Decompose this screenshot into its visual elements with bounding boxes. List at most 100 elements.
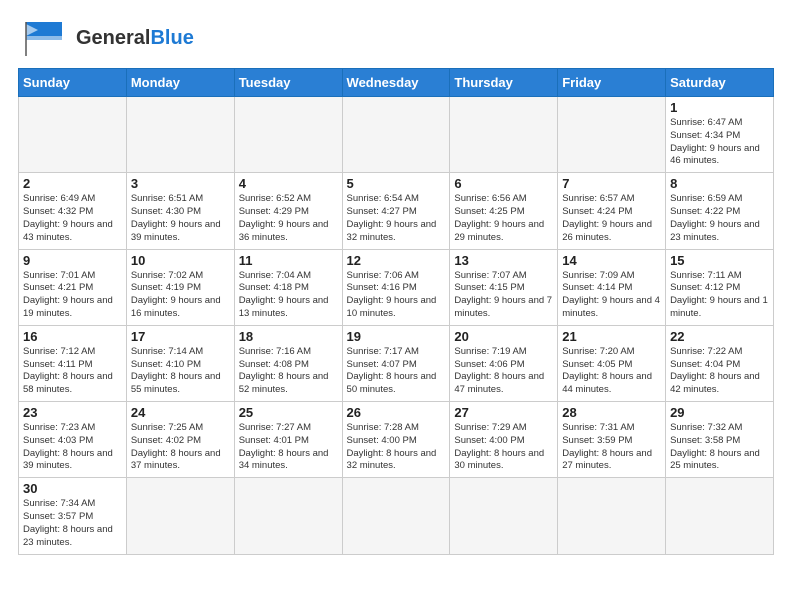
calendar-cell: 1 Sunrise: 6:47 AM Sunset: 4:34 PM Daylig…: [666, 97, 774, 173]
day-info: Sunrise: 7:06 AM Sunset: 4:16 PM Dayligh…: [347, 270, 446, 321]
day-number: 1: [670, 100, 769, 115]
calendar-week-2: 9 Sunrise: 7:01 AM Sunset: 4:21 PM Daylig…: [19, 249, 774, 325]
day-number: 29: [670, 405, 769, 420]
day-number: 27: [454, 405, 553, 420]
day-number: 30: [23, 481, 122, 496]
calendar-week-5: 30 Sunrise: 7:34 AM Sunset: 3:57 PM Dayli…: [19, 478, 774, 554]
col-header-monday: Monday: [126, 69, 234, 97]
day-number: 9: [23, 253, 122, 268]
calendar-cell: 25 Sunrise: 7:27 AM Sunset: 4:01 PM Dayli…: [234, 402, 342, 478]
day-info: Sunrise: 6:47 AM Sunset: 4:34 PM Dayligh…: [670, 117, 769, 168]
calendar-cell: 7 Sunrise: 6:57 AM Sunset: 4:24 PM Daylig…: [558, 173, 666, 249]
day-info: Sunrise: 7:09 AM Sunset: 4:14 PM Dayligh…: [562, 270, 661, 321]
day-number: 6: [454, 176, 553, 191]
day-info: Sunrise: 7:01 AM Sunset: 4:21 PM Dayligh…: [23, 270, 122, 321]
calendar-week-1: 2Sunrise: 6:49 AM Sunset: 4:32 PM Daylig…: [19, 173, 774, 249]
day-info: Sunrise: 6:54 AM Sunset: 4:27 PM Dayligh…: [347, 193, 446, 244]
logo-text: GeneralBlue: [76, 27, 194, 49]
calendar-cell: 27 Sunrise: 7:29 AM Sunset: 4:00 PM Dayli…: [450, 402, 558, 478]
col-header-friday: Friday: [558, 69, 666, 97]
day-number: 16: [23, 329, 122, 344]
col-header-wednesday: Wednesday: [342, 69, 450, 97]
day-number: 7: [562, 176, 661, 191]
logo-icon: [18, 18, 70, 58]
calendar-cell: 21Sunrise: 7:20 AM Sunset: 4:05 PM Dayli…: [558, 325, 666, 401]
day-info: Sunrise: 7:34 AM Sunset: 3:57 PM Dayligh…: [23, 498, 122, 549]
calendar-cell: 3 Sunrise: 6:51 AM Sunset: 4:30 PM Daylig…: [126, 173, 234, 249]
day-number: 28: [562, 405, 661, 420]
calendar-week-3: 16Sunrise: 7:12 AM Sunset: 4:11 PM Dayli…: [19, 325, 774, 401]
col-header-sunday: Sunday: [19, 69, 127, 97]
calendar-cell: 29 Sunrise: 7:32 AM Sunset: 3:58 PM Dayli…: [666, 402, 774, 478]
day-info: Sunrise: 6:51 AM Sunset: 4:30 PM Dayligh…: [131, 193, 230, 244]
calendar-cell: 6 Sunrise: 6:56 AM Sunset: 4:25 PM Daylig…: [450, 173, 558, 249]
day-info: Sunrise: 7:27 AM Sunset: 4:01 PM Dayligh…: [239, 422, 338, 473]
day-number: 3: [131, 176, 230, 191]
calendar-cell: 4 Sunrise: 6:52 AM Sunset: 4:29 PM Daylig…: [234, 173, 342, 249]
day-info: Sunrise: 7:17 AM Sunset: 4:07 PM Dayligh…: [347, 346, 446, 397]
calendar-cell: 28Sunrise: 7:31 AM Sunset: 3:59 PM Dayli…: [558, 402, 666, 478]
calendar-cell: 19 Sunrise: 7:17 AM Sunset: 4:07 PM Dayli…: [342, 325, 450, 401]
day-number: 18: [239, 329, 338, 344]
day-info: Sunrise: 7:02 AM Sunset: 4:19 PM Dayligh…: [131, 270, 230, 321]
day-info: Sunrise: 7:25 AM Sunset: 4:02 PM Dayligh…: [131, 422, 230, 473]
calendar-cell: 5 Sunrise: 6:54 AM Sunset: 4:27 PM Daylig…: [342, 173, 450, 249]
day-number: 5: [347, 176, 446, 191]
calendar-cell: 15 Sunrise: 7:11 AM Sunset: 4:12 PM Dayli…: [666, 249, 774, 325]
calendar-cell: 22 Sunrise: 7:22 AM Sunset: 4:04 PM Dayli…: [666, 325, 774, 401]
calendar-week-4: 23Sunrise: 7:23 AM Sunset: 4:03 PM Dayli…: [19, 402, 774, 478]
calendar-cell: [126, 97, 234, 173]
calendar-cell: 20Sunrise: 7:19 AM Sunset: 4:06 PM Dayli…: [450, 325, 558, 401]
calendar-cell: [234, 478, 342, 554]
day-number: 25: [239, 405, 338, 420]
calendar-cell: 9 Sunrise: 7:01 AM Sunset: 4:21 PM Daylig…: [19, 249, 127, 325]
day-info: Sunrise: 6:49 AM Sunset: 4:32 PM Dayligh…: [23, 193, 122, 244]
day-info: Sunrise: 6:52 AM Sunset: 4:29 PM Dayligh…: [239, 193, 338, 244]
day-number: 8: [670, 176, 769, 191]
day-number: 24: [131, 405, 230, 420]
day-info: Sunrise: 7:07 AM Sunset: 4:15 PM Dayligh…: [454, 270, 553, 321]
calendar-cell: 11Sunrise: 7:04 AM Sunset: 4:18 PM Dayli…: [234, 249, 342, 325]
calendar-cell: [558, 478, 666, 554]
day-info: Sunrise: 7:16 AM Sunset: 4:08 PM Dayligh…: [239, 346, 338, 397]
calendar-cell: 2Sunrise: 6:49 AM Sunset: 4:32 PM Daylig…: [19, 173, 127, 249]
day-info: Sunrise: 7:22 AM Sunset: 4:04 PM Dayligh…: [670, 346, 769, 397]
day-info: Sunrise: 6:56 AM Sunset: 4:25 PM Dayligh…: [454, 193, 553, 244]
calendar-cell: [450, 478, 558, 554]
day-info: Sunrise: 7:14 AM Sunset: 4:10 PM Dayligh…: [131, 346, 230, 397]
calendar-cell: [666, 478, 774, 554]
calendar-cell: 12Sunrise: 7:06 AM Sunset: 4:16 PM Dayli…: [342, 249, 450, 325]
calendar-cell: [234, 97, 342, 173]
day-info: Sunrise: 6:59 AM Sunset: 4:22 PM Dayligh…: [670, 193, 769, 244]
day-number: 26: [347, 405, 446, 420]
day-number: 20: [454, 329, 553, 344]
calendar-cell: [450, 97, 558, 173]
calendar-cell: 30 Sunrise: 7:34 AM Sunset: 3:57 PM Dayli…: [19, 478, 127, 554]
day-number: 19: [347, 329, 446, 344]
day-number: 22: [670, 329, 769, 344]
day-number: 4: [239, 176, 338, 191]
day-info: Sunrise: 6:57 AM Sunset: 4:24 PM Dayligh…: [562, 193, 661, 244]
day-info: Sunrise: 7:11 AM Sunset: 4:12 PM Dayligh…: [670, 270, 769, 321]
calendar-cell: 14Sunrise: 7:09 AM Sunset: 4:14 PM Dayli…: [558, 249, 666, 325]
calendar-cell: [342, 97, 450, 173]
calendar-cell: 17Sunrise: 7:14 AM Sunset: 4:10 PM Dayli…: [126, 325, 234, 401]
calendar-week-0: 1 Sunrise: 6:47 AM Sunset: 4:34 PM Daylig…: [19, 97, 774, 173]
day-info: Sunrise: 7:04 AM Sunset: 4:18 PM Dayligh…: [239, 270, 338, 321]
calendar-cell: [558, 97, 666, 173]
col-header-thursday: Thursday: [450, 69, 558, 97]
calendar-cell: 10Sunrise: 7:02 AM Sunset: 4:19 PM Dayli…: [126, 249, 234, 325]
day-number: 13: [454, 253, 553, 268]
day-info: Sunrise: 7:28 AM Sunset: 4:00 PM Dayligh…: [347, 422, 446, 473]
calendar-header-row: SundayMondayTuesdayWednesdayThursdayFrid…: [19, 69, 774, 97]
day-info: Sunrise: 7:32 AM Sunset: 3:58 PM Dayligh…: [670, 422, 769, 473]
day-info: Sunrise: 7:29 AM Sunset: 4:00 PM Dayligh…: [454, 422, 553, 473]
calendar: SundayMondayTuesdayWednesdayThursdayFrid…: [18, 68, 774, 555]
logo: GeneralBlue: [18, 18, 194, 58]
day-number: 15: [670, 253, 769, 268]
calendar-cell: [126, 478, 234, 554]
col-header-saturday: Saturday: [666, 69, 774, 97]
calendar-cell: 18 Sunrise: 7:16 AM Sunset: 4:08 PM Dayli…: [234, 325, 342, 401]
day-info: Sunrise: 7:20 AM Sunset: 4:05 PM Dayligh…: [562, 346, 661, 397]
calendar-cell: 23Sunrise: 7:23 AM Sunset: 4:03 PM Dayli…: [19, 402, 127, 478]
